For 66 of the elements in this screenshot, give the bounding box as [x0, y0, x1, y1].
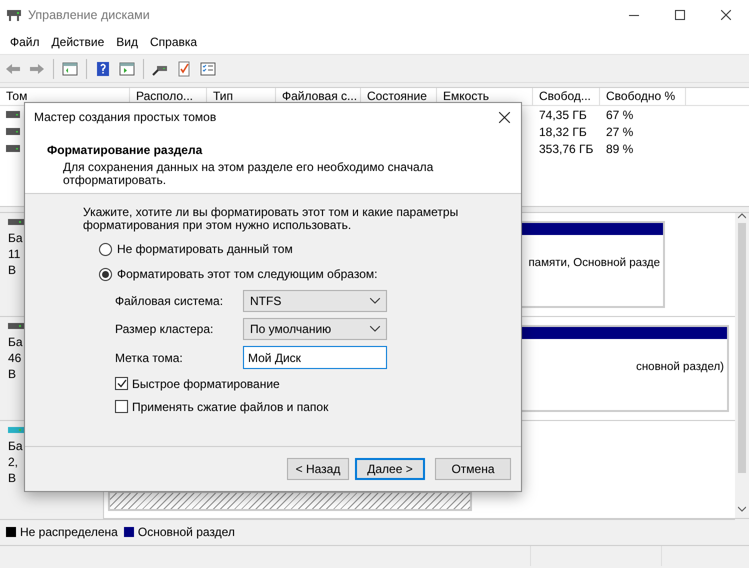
menu-item[interactable]: Файл	[4, 32, 46, 52]
page-heading: Форматирование раздела	[47, 143, 204, 157]
close-icon	[721, 10, 731, 20]
checklist-icon[interactable]	[176, 60, 192, 76]
checkbox[interactable]	[115, 400, 128, 413]
unallocated-block[interactable]	[108, 491, 472, 511]
radio-button[interactable]	[99, 242, 112, 256]
wizard-button[interactable]: Далее >	[355, 458, 425, 480]
radio-label: Форматировать этот том следующим образом:	[117, 267, 378, 281]
menu-item[interactable]: Вид	[110, 32, 144, 52]
field-label: Файловая система:	[115, 294, 224, 308]
disk-info-text: Ба	[8, 335, 24, 349]
legend-label: Не распределена	[20, 525, 118, 539]
properties-icon[interactable]	[200, 60, 216, 76]
disk-info-text: В	[8, 471, 18, 485]
table-cell: 18,32 ГБ	[539, 124, 587, 138]
checkbox-label: Быстрое форматирование	[132, 376, 280, 390]
checkbox-label: Применять сжатие файлов и папок	[132, 400, 328, 414]
drive-icon	[8, 219, 24, 225]
wizard-button[interactable]: < Назад	[287, 458, 349, 480]
disk-info-text: В	[8, 367, 18, 381]
panel-icon[interactable]	[62, 60, 78, 76]
legend-label: Основной раздел	[138, 525, 235, 539]
table-cell: 89 %	[606, 142, 634, 156]
help-icon[interactable]	[95, 60, 111, 76]
play-panel-icon[interactable]	[119, 60, 135, 76]
instruction-text: Укажите, хотите ли вы форматировать этот том и какие параметры форматирования при этом нужно использовать.	[83, 206, 460, 232]
drive-icon	[8, 427, 24, 433]
menu-item[interactable]: Действие	[46, 32, 110, 52]
input-field[interactable]: Мой Диск	[243, 346, 387, 369]
scroll-down-icon[interactable]	[738, 506, 746, 512]
scroll-up-icon[interactable]	[738, 213, 746, 219]
disk-info-text: Ба	[8, 439, 24, 453]
column-header[interactable]: Свободно %	[600, 88, 686, 105]
table-cell: 67 %	[606, 108, 634, 122]
disk-info-text: 2,	[8, 455, 20, 469]
radio-label: Не форматировать данный том	[117, 242, 293, 256]
drive-icon	[6, 145, 20, 152]
checkbox[interactable]	[115, 377, 128, 390]
menu-item[interactable]: Справка	[144, 32, 204, 52]
radio-button[interactable]	[99, 268, 112, 280]
drive-icon	[6, 128, 20, 135]
dropdown[interactable]: По умолчанию	[243, 318, 387, 340]
app-icon	[6, 8, 22, 22]
dialog-title: Мастер создания простых томов	[34, 110, 218, 124]
close-icon	[498, 112, 510, 122]
field-label: Размер кластера:	[115, 322, 214, 336]
wizard-button[interactable]: Отмена	[435, 458, 511, 480]
disk-info-text: 11	[8, 247, 22, 261]
dropdown[interactable]: NTFS	[243, 290, 387, 312]
drive-icon	[8, 323, 24, 329]
page-subtitle: Для сохранения данных на этом разделе его необходимо сначала отформатировать.	[62, 159, 434, 187]
drive-icon	[6, 111, 20, 118]
window-title: Управление дисками	[28, 8, 151, 22]
caret-icon	[370, 298, 380, 304]
maximize-icon	[675, 10, 685, 20]
field-label: Метка тома:	[115, 350, 184, 364]
caret-icon	[370, 326, 380, 332]
table-cell: 353,76 ГБ	[539, 142, 594, 156]
disk-info-text: 46	[8, 351, 22, 365]
table-cell: 74,35 ГБ	[539, 108, 587, 122]
disk-info-text: Ба	[8, 231, 24, 245]
table-cell: 27 %	[606, 124, 634, 138]
column-header[interactable]: Свобод...	[533, 88, 600, 105]
scrollbar[interactable]	[735, 213, 749, 518]
disk-info-text: В	[8, 263, 18, 277]
